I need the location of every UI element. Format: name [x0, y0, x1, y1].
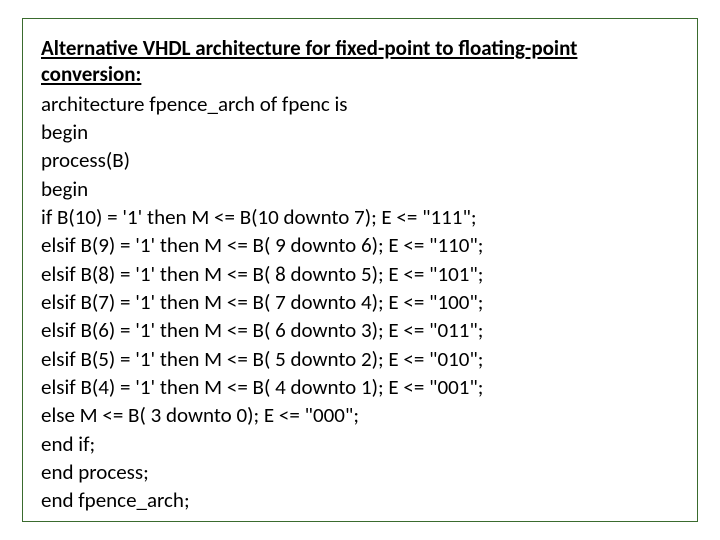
code-line: if B(10) = '1' then M <= B(10 downto 7);…	[41, 203, 679, 231]
code-line: end fpence_arch;	[41, 486, 679, 514]
code-line: elsif B(8) = '1' then M <= B( 8 downto 5…	[41, 260, 679, 288]
code-line: architecture fpence_arch of fpenc is	[41, 90, 679, 118]
title-line-2: conversion:	[41, 61, 141, 87]
slide: Alternative VHDL architecture for fixed-…	[0, 0, 720, 540]
code-line: elsif B(9) = '1' then M <= B( 9 downto 6…	[41, 231, 679, 259]
content-box: Alternative VHDL architecture for fixed-…	[22, 18, 698, 522]
code-line: elsif B(7) = '1' then M <= B( 7 downto 4…	[41, 288, 679, 316]
code-line: else M <= B( 3 downto 0); E <= "000";	[41, 401, 679, 429]
code-block: architecture fpence_arch of fpenc isbegi…	[41, 90, 679, 515]
code-line: elsif B(4) = '1' then M <= B( 4 downto 1…	[41, 373, 679, 401]
code-line: begin	[41, 118, 679, 146]
code-line: begin	[41, 175, 679, 203]
code-line: process(B)	[41, 146, 679, 174]
title-line-1: Alternative VHDL architecture for fixed-…	[41, 35, 577, 61]
code-line: elsif B(5) = '1' then M <= B( 5 downto 2…	[41, 345, 679, 373]
code-line: end process;	[41, 458, 679, 486]
code-line: end if;	[41, 430, 679, 458]
code-line: elsif B(6) = '1' then M <= B( 6 downto 3…	[41, 316, 679, 344]
slide-title: Alternative VHDL architecture for fixed-…	[41, 35, 679, 88]
